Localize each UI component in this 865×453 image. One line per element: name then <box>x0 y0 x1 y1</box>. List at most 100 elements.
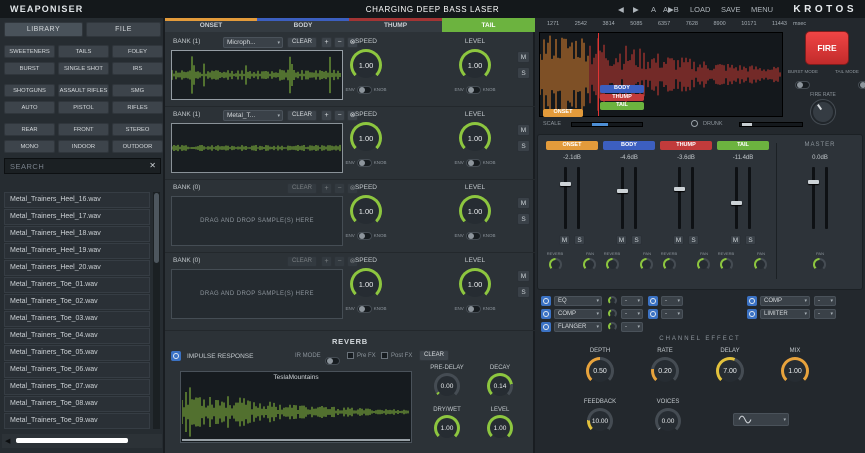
file-item[interactable]: Metal_Trainers_Toe_01.wav <box>4 277 150 293</box>
tab-body[interactable]: BODY <box>257 18 349 32</box>
env-knob-toggle[interactable] <box>357 232 372 240</box>
pan-knob[interactable] <box>697 258 710 271</box>
category-outdoor[interactable]: OUTDOOR <box>112 140 163 153</box>
reverb-send-knob[interactable] <box>549 258 562 271</box>
level-env-switch[interactable]: ENVKNOB <box>444 158 506 167</box>
bank-mute-button[interactable]: M <box>517 197 530 209</box>
fx-preset-dropdown[interactable]: -▾ <box>661 296 683 306</box>
category-single-shot[interactable]: SINGLE SHOT <box>58 62 109 75</box>
file-item[interactable]: Metal_Trainers_Heel_19.wav <box>4 243 150 259</box>
bank-add-icon[interactable]: + <box>321 256 332 267</box>
file-item[interactable]: Metal_Trainers_Toe_03.wav <box>4 311 150 327</box>
hscroll-thumb[interactable] <box>16 438 128 443</box>
compare-ab-button[interactable]: A▶B <box>663 5 679 14</box>
bank-clear-button[interactable]: CLEAR <box>287 183 317 194</box>
bank-sample-dropdown[interactable]: Microph...▾ <box>223 37 283 48</box>
save-button[interactable]: SAVE <box>721 5 740 14</box>
reverb-send-knob[interactable] <box>720 258 733 271</box>
level-knob[interactable]: 1.00 <box>459 49 491 81</box>
fx-power-icon[interactable] <box>747 309 757 319</box>
impulse-response-display[interactable]: TeslaMountains <box>180 371 412 443</box>
bank-solo-button[interactable]: S <box>517 67 530 79</box>
master-fader-track[interactable] <box>812 167 815 229</box>
fire-rate-knob[interactable] <box>806 95 839 128</box>
env-knob-toggle[interactable] <box>466 305 481 313</box>
rate-knob[interactable]: 0.20 <box>651 357 679 385</box>
fx-slot-dropdown[interactable]: COMP▾ <box>554 309 602 319</box>
fx-preset-dropdown[interactable]: -▾ <box>661 309 683 319</box>
category-stereo[interactable]: STEREO <box>112 123 163 136</box>
bank-solo-button[interactable]: S <box>517 286 530 298</box>
file-item[interactable]: Metal_Trainers_Heel_20.wav <box>4 260 150 276</box>
fire-button[interactable]: FIRE <box>805 31 849 65</box>
decay-knob[interactable]: 0.14 <box>487 373 513 399</box>
file-item[interactable]: Metal_Trainers_Toe_08.wav <box>4 396 150 412</box>
reverb-send-knob[interactable] <box>606 258 619 271</box>
layer-chip-thump[interactable]: THUMP <box>600 94 644 102</box>
pan-knob[interactable] <box>754 258 767 271</box>
playhead[interactable] <box>598 33 599 116</box>
bank-add-icon[interactable]: + <box>321 37 332 48</box>
layer-chip-onset[interactable]: ONSET <box>543 109 583 117</box>
mixer-chip-thump[interactable]: THUMP <box>660 141 712 150</box>
bank-waveform[interactable] <box>171 50 343 100</box>
master-pan-knob[interactable] <box>813 258 826 271</box>
file-item[interactable]: Metal_Trainers_Toe_06.wav <box>4 362 150 378</box>
fx-power-icon[interactable] <box>541 322 551 332</box>
speed-env-switch[interactable]: ENVKNOB <box>335 85 397 94</box>
mixer-chip-body[interactable]: BODY <box>603 141 655 150</box>
mixer-chip-tail[interactable]: TAIL <box>717 141 769 150</box>
file-item[interactable]: Metal_Trainers_Heel_17.wav <box>4 209 150 225</box>
mixer-mute-button[interactable]: M <box>559 235 570 245</box>
file-item[interactable]: Metal_Trainers_Heel_16.wav <box>4 192 150 208</box>
bank-sample-dropdown[interactable]: Metal_T...▾ <box>223 110 283 121</box>
speed-knob[interactable]: 1.00 <box>350 122 382 154</box>
file-item[interactable]: Metal_Trainers_Heel_18.wav <box>4 226 150 242</box>
fx-power-icon[interactable] <box>541 309 551 319</box>
file-list-hscroll[interactable]: ◀ <box>2 434 162 448</box>
pan-knob[interactable] <box>640 258 653 271</box>
fx-preset-dropdown[interactable]: -▾ <box>621 309 643 319</box>
level-knob[interactable]: 1.00 <box>459 268 491 300</box>
search-clear-icon[interactable]: ✕ <box>149 161 156 170</box>
fx-slot-dropdown[interactable]: FLANGER▾ <box>554 322 602 332</box>
fx-preset-dropdown[interactable]: -▾ <box>814 309 836 319</box>
fx-power-icon[interactable] <box>541 296 551 306</box>
bank-solo-button[interactable]: S <box>517 140 530 152</box>
category-pistol[interactable]: PISTOL <box>58 101 109 114</box>
pre-delay-knob[interactable]: 0.00 <box>434 373 460 399</box>
level-knob[interactable]: 1.00 <box>459 122 491 154</box>
scroll-left-icon[interactable]: ◀ <box>5 437 10 445</box>
mixer-mute-button[interactable]: M <box>673 235 684 245</box>
tab-file[interactable]: FILE <box>86 22 161 37</box>
env-knob-toggle[interactable] <box>466 232 481 240</box>
speed-env-switch[interactable]: ENVKNOB <box>335 304 397 313</box>
fx-amount-knob[interactable] <box>608 322 617 331</box>
lfo-waveform-dropdown[interactable]: ▾ <box>733 413 789 426</box>
reverb-power-icon[interactable] <box>171 351 181 361</box>
category-front[interactable]: FRONT <box>58 123 109 136</box>
fader-thumb[interactable] <box>560 182 571 186</box>
prev-preset-button[interactable]: ◀ <box>618 5 624 14</box>
mixer-mute-button[interactable]: M <box>730 235 741 245</box>
tab-onset[interactable]: ONSET <box>165 18 257 32</box>
ir-mode-toggle[interactable] <box>325 357 340 365</box>
bank-solo-button[interactable]: S <box>517 213 530 225</box>
category-tails[interactable]: TAILS <box>58 45 109 58</box>
speed-knob[interactable]: 1.00 <box>350 49 382 81</box>
bank-drop-zone[interactable]: DRAG AND DROP SAMPLE(S) HERE <box>171 196 343 246</box>
fx-power-icon[interactable] <box>648 296 658 306</box>
menu-button[interactable]: MENU <box>751 5 773 14</box>
level-env-switch[interactable]: ENVKNOB <box>444 85 506 94</box>
category-auto[interactable]: AUTO <box>4 101 55 114</box>
speed-env-switch[interactable]: ENVKNOB <box>335 158 397 167</box>
category-foley[interactable]: FOLEY <box>112 45 163 58</box>
fx-power-icon[interactable] <box>747 296 757 306</box>
layer-chip-tail[interactable]: TAIL <box>600 102 644 110</box>
fx-preset-dropdown[interactable]: -▾ <box>621 296 643 306</box>
bank-clear-button[interactable]: CLEAR <box>287 37 317 48</box>
fader-track[interactable] <box>735 167 738 229</box>
master-fx-slot-dropdown[interactable]: COMP▾ <box>760 296 810 306</box>
file-list-scrollbar[interactable] <box>153 192 160 429</box>
level-knob[interactable]: 1.00 <box>459 195 491 227</box>
